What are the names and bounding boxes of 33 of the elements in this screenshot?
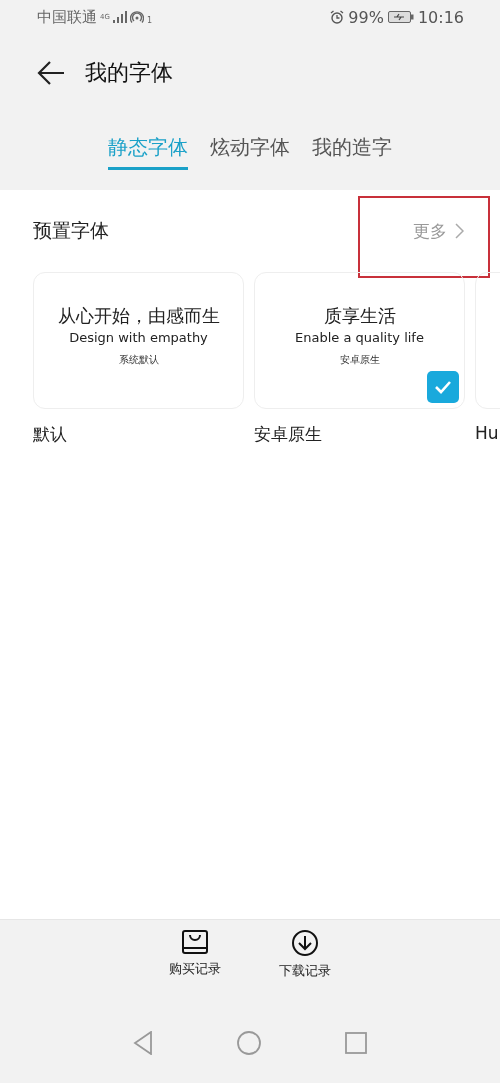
- section-title: 预置字体: [33, 218, 109, 243]
- alarm-icon: [330, 10, 345, 24]
- back-arrow-icon[interactable]: [37, 61, 65, 85]
- shopping-bag-icon: [182, 930, 208, 954]
- font-preview-card[interactable]: 质享生活 Enable a quality life 安卓原生: [254, 272, 465, 409]
- preview-subtitle: Design with empathy: [69, 330, 208, 345]
- font-name: 默认: [33, 423, 68, 446]
- record-button[interactable]: 下载记录: [279, 930, 331, 980]
- preview-title: 从心开始，由感而生: [57, 304, 220, 328]
- font-preview-card[interactable]: 从心开始，由感而生 Design with empathy 系统默认: [33, 272, 244, 409]
- checked-checkbox-icon[interactable]: [427, 371, 459, 403]
- preview-title: 质享生活: [323, 304, 396, 328]
- download-icon: [292, 930, 318, 956]
- preview-caption: 系统默认: [118, 353, 159, 367]
- record-button[interactable]: 购买记录: [169, 930, 221, 978]
- font-name: Hu: [475, 423, 500, 443]
- back-nav-icon[interactable]: [133, 1031, 153, 1055]
- battery-percent: 99%: [348, 7, 384, 27]
- battery-icon: [387, 11, 414, 23]
- hotspot-count: 1: [146, 15, 152, 25]
- signal-icon: [112, 11, 127, 23]
- tab[interactable]: 我的造字: [312, 134, 392, 170]
- carrier-name: 中国联通: [37, 7, 97, 27]
- font-name: 安卓原生: [254, 423, 323, 446]
- preview-subtitle: Enable a quality life: [295, 330, 424, 345]
- page-title: 我的字体: [85, 59, 173, 87]
- preview-caption: 安卓原生: [339, 353, 380, 367]
- recent-apps-icon[interactable]: [345, 1032, 367, 1054]
- hotspot-icon: [129, 10, 144, 24]
- home-nav-icon[interactable]: [237, 1031, 261, 1055]
- tab[interactable]: 炫动字体: [210, 134, 290, 170]
- chevron-right-icon: [455, 223, 464, 239]
- clock-time: 10:16: [417, 7, 464, 27]
